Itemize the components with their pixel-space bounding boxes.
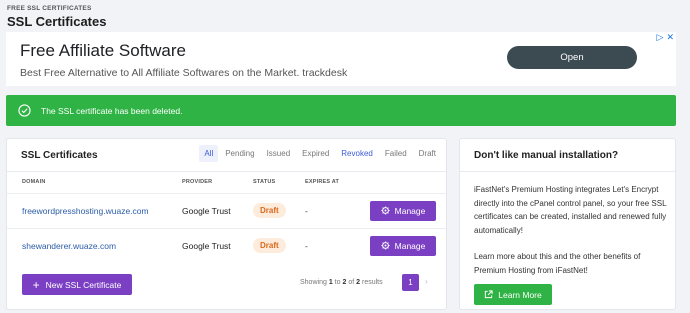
pagination-to-word: to xyxy=(334,279,341,286)
pagination-of-word: of xyxy=(348,279,355,286)
tab-failed[interactable]: Failed xyxy=(380,145,412,162)
manage-label: Manage xyxy=(394,240,426,251)
pagination-summary: Showing 1 to 2 of 2 results xyxy=(300,279,383,286)
provider-cell: Google Trust xyxy=(182,240,231,251)
expires-cell: - xyxy=(305,240,308,251)
manage-label: Manage xyxy=(394,205,426,216)
side-card-header: Don't like manual installation? xyxy=(460,139,675,172)
learn-more-label: Learn More xyxy=(498,289,542,300)
ad-controls[interactable]: ▷ ✕ xyxy=(657,32,674,43)
alert-message: The SSL certificate has been deleted. xyxy=(41,105,183,116)
side-card-body: iFastNet's Premium Hosting integrates Le… xyxy=(474,183,670,277)
new-ssl-certificate-label: New SSL Certificate xyxy=(45,279,122,290)
plus-icon: + xyxy=(32,277,40,292)
side-paragraph-2: Learn more about this and the other bene… xyxy=(474,252,641,275)
status-badge: Draft xyxy=(253,203,286,218)
next-page-icon[interactable]: › xyxy=(425,277,428,286)
provider-cell: Google Trust xyxy=(182,205,231,216)
ad-subtitle[interactable]: Best Free Alternative to All Affiliate S… xyxy=(20,67,347,79)
pagination-total: 2 xyxy=(356,279,361,286)
page-title: SSL Certificates xyxy=(7,14,107,29)
pagination-suffix: results xyxy=(361,279,383,286)
table-row: freewordpresshosting.wuaze.com Google Tr… xyxy=(7,193,446,227)
card-header: SSL Certificates All Pending Issued Expi… xyxy=(7,139,446,172)
column-status: STATUS xyxy=(253,179,276,185)
manage-button[interactable]: Manage xyxy=(370,200,436,221)
status-filter-tabs: All Pending Issued Expired Revoked Faile… xyxy=(198,145,442,162)
page-1-button[interactable]: 1 xyxy=(402,274,419,291)
column-provider: PROVIDER xyxy=(182,179,213,185)
new-ssl-certificate-button[interactable]: + New SSL Certificate xyxy=(22,274,132,295)
adchoices-icon[interactable]: ▷ xyxy=(657,32,664,43)
column-expires-at: EXPIRES AT xyxy=(305,179,340,185)
ssl-certificates-card: SSL Certificates All Pending Issued Expi… xyxy=(6,138,447,310)
tab-revoked[interactable]: Revoked xyxy=(336,145,378,162)
external-link-icon xyxy=(485,290,493,299)
check-circle-icon xyxy=(18,104,31,117)
ad-banner[interactable]: Free Affiliate Software Best Free Altern… xyxy=(6,32,676,86)
tab-issued[interactable]: Issued xyxy=(262,145,296,162)
status-badge: Draft xyxy=(253,238,286,253)
tab-all[interactable]: All xyxy=(199,145,219,162)
column-domain: DOMAIN xyxy=(22,179,46,185)
close-icon[interactable]: ✕ xyxy=(666,32,674,43)
side-card-title: Don't like manual installation? xyxy=(474,150,619,161)
premium-hosting-card: Don't like manual installation? iFastNet… xyxy=(459,138,676,310)
domain-link[interactable]: shewanderer.wuaze.com xyxy=(22,241,116,251)
pagination-prefix: Showing xyxy=(300,279,327,286)
success-alert: The SSL certificate has been deleted. xyxy=(6,95,676,126)
card-title: SSL Certificates xyxy=(21,150,98,161)
domain-link[interactable]: freewordpresshosting.wuaze.com xyxy=(22,206,149,216)
ad-open-button[interactable]: Open xyxy=(507,46,637,69)
table-row: shewanderer.wuaze.com Google Trust Draft… xyxy=(7,228,446,262)
learn-more-button[interactable]: Learn More xyxy=(474,284,552,305)
pagination-from: 1 xyxy=(328,279,333,286)
gear-icon xyxy=(381,241,390,250)
gear-icon xyxy=(381,206,390,215)
side-paragraph-1: iFastNet's Premium Hosting integrates Le… xyxy=(474,185,667,235)
tab-expired[interactable]: Expired xyxy=(297,145,334,162)
tab-draft[interactable]: Draft xyxy=(414,145,441,162)
breadcrumb: FREE SSL CERTIFICATES xyxy=(7,5,92,12)
pagination-to: 2 xyxy=(342,279,347,286)
tab-pending[interactable]: Pending xyxy=(220,145,259,162)
manage-button[interactable]: Manage xyxy=(370,235,436,256)
expires-cell: - xyxy=(305,205,308,216)
ad-title[interactable]: Free Affiliate Software xyxy=(20,41,186,61)
